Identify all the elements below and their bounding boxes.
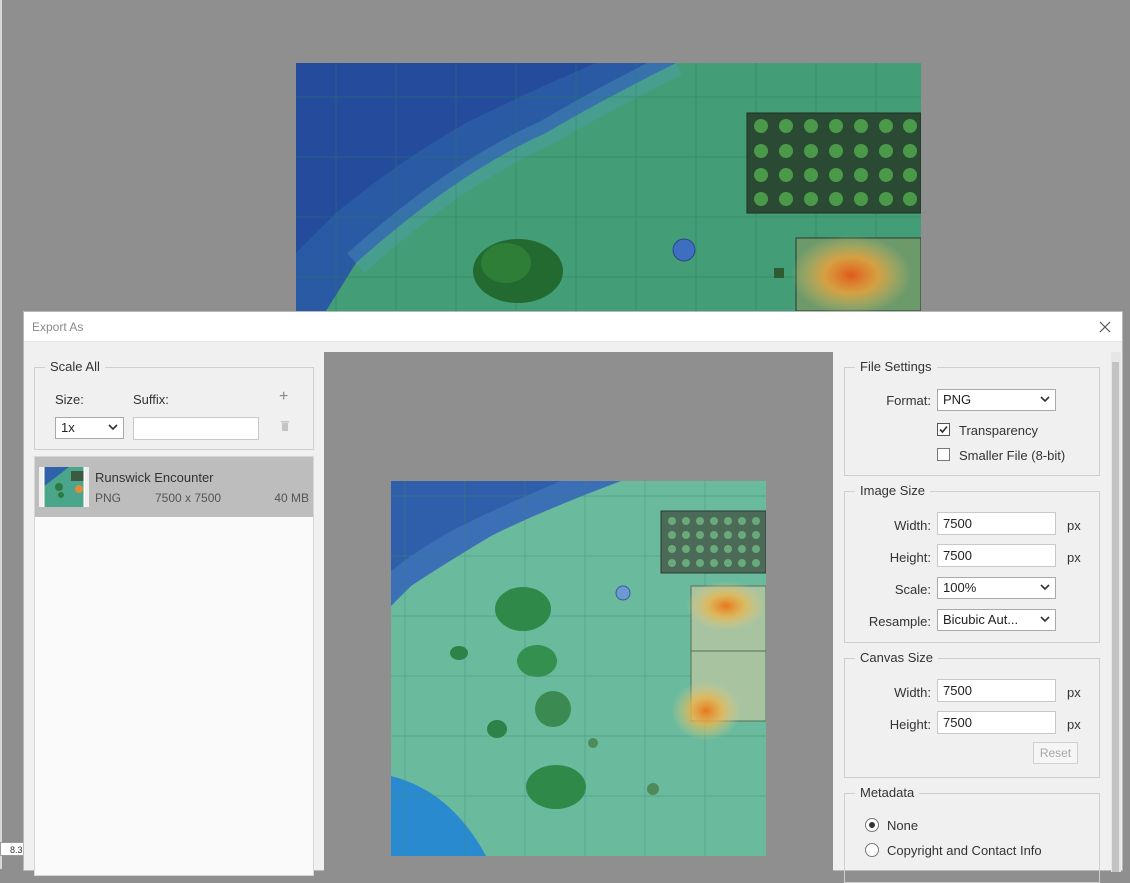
metadata-none-radio[interactable] xyxy=(865,818,879,832)
size-label: Size: xyxy=(55,392,84,407)
size-select-value: 1x xyxy=(61,420,75,435)
checkmark-icon xyxy=(939,425,948,434)
canvas-width-unit: px xyxy=(1067,685,1081,700)
image-width-input[interactable] xyxy=(937,512,1056,535)
image-width-label: Width: xyxy=(894,518,931,533)
canvas-height-input[interactable] xyxy=(937,711,1056,734)
file-settings-legend: File Settings xyxy=(855,359,937,374)
metadata-copyright-label: Copyright and Contact Info xyxy=(887,843,1042,858)
settings-scrollbar[interactable] xyxy=(1111,352,1121,872)
suffix-input[interactable] xyxy=(133,417,259,440)
metadata-none-label: None xyxy=(887,818,919,833)
suffix-label: Suffix: xyxy=(133,392,169,407)
metadata-legend: Metadata xyxy=(855,785,920,800)
add-scale-button[interactable]: + xyxy=(279,388,288,406)
image-height-label: Height: xyxy=(889,550,931,565)
asset-dimensions: 7500 x 7500 xyxy=(155,491,222,505)
asset-row[interactable]: Runswick Encounter PNG 7500 x 7500 40 MB xyxy=(35,457,313,517)
preview-image xyxy=(391,481,766,856)
smaller-file-checkbox[interactable] xyxy=(937,448,950,461)
close-icon xyxy=(1099,321,1111,333)
scale-all-legend: Scale All xyxy=(45,359,105,374)
image-height-input[interactable] xyxy=(937,544,1056,567)
scale-all-group: Scale All Size: Suffix: + 1x xyxy=(34,359,314,450)
image-size-legend: Image Size xyxy=(855,483,931,498)
preview-pane[interactable] xyxy=(324,352,833,872)
resample-select-value: Bicubic Aut... xyxy=(943,612,1019,627)
dialog-title: Export As xyxy=(32,320,84,334)
metadata-copyright-radio[interactable] xyxy=(865,843,879,857)
transparency-label: Transparency xyxy=(959,423,1038,438)
transparency-checkbox[interactable] xyxy=(937,423,950,436)
delete-scale-button[interactable] xyxy=(280,420,290,432)
zoom-readout: 8.3 xyxy=(0,842,24,856)
size-select[interactable]: 1x xyxy=(55,417,124,439)
scale-select-value: 100% xyxy=(943,580,977,595)
chevron-down-icon xyxy=(1040,616,1050,623)
metadata-group: Metadata None Copyright and Contact Info xyxy=(844,785,1100,883)
reset-button[interactable]: Reset xyxy=(1033,742,1078,764)
file-settings-group: File Settings Format: PNG Transparency S… xyxy=(844,359,1100,476)
asset-format: PNG xyxy=(95,491,122,505)
asset-name: Runswick Encounter xyxy=(95,470,214,485)
asset-filesize: 40 MB xyxy=(274,491,309,505)
asset-thumbnail xyxy=(39,467,89,507)
smaller-file-label: Smaller File (8-bit) xyxy=(959,448,1066,463)
resample-select[interactable]: Bicubic Aut... xyxy=(937,609,1056,631)
chevron-down-icon xyxy=(1040,584,1050,591)
scrollbar-thumb[interactable] xyxy=(1112,362,1119,872)
canvas-width-input[interactable] xyxy=(937,679,1056,702)
scale-select[interactable]: 100% xyxy=(937,577,1056,599)
canvas-size-legend: Canvas Size xyxy=(855,650,938,665)
close-button[interactable] xyxy=(1094,316,1116,338)
asset-list: Runswick Encounter PNG 7500 x 7500 40 MB xyxy=(34,456,314,876)
canvas-height-label: Height: xyxy=(889,717,931,732)
image-width-unit: px xyxy=(1067,518,1081,533)
format-select[interactable]: PNG xyxy=(937,389,1056,411)
dialog-titlebar[interactable]: Export As xyxy=(24,312,1122,342)
image-height-unit: px xyxy=(1067,550,1081,565)
format-select-value: PNG xyxy=(943,392,972,407)
chevron-down-icon xyxy=(1040,396,1050,403)
canvas-height-unit: px xyxy=(1067,717,1081,732)
export-as-dialog: Export As Scale All Size: Suffix: + 1x R… xyxy=(23,311,1123,883)
trash-icon xyxy=(281,421,289,431)
image-size-group: Image Size Width: px Height: px Scale: 1… xyxy=(844,483,1100,643)
scale-label: Scale: xyxy=(894,582,931,597)
window-edge xyxy=(0,0,2,869)
chevron-down-icon xyxy=(108,424,118,431)
resample-label: Resample: xyxy=(868,614,931,629)
canvas-width-label: Width: xyxy=(894,685,931,700)
document-canvas[interactable] xyxy=(296,63,921,311)
format-label: Format: xyxy=(886,393,931,408)
